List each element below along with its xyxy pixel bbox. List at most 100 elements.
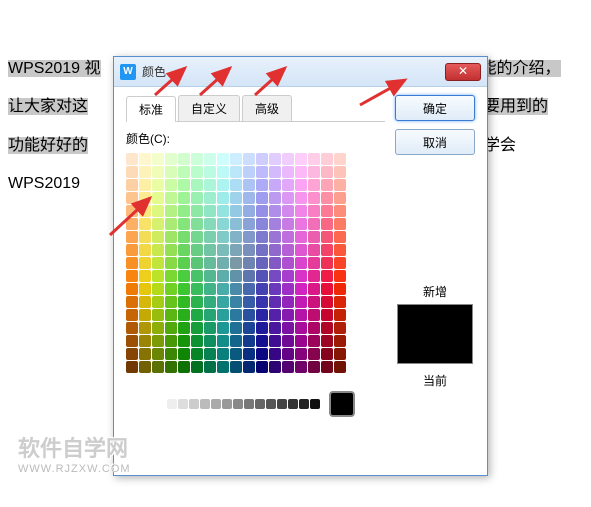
color-swatch[interactable] <box>334 244 346 256</box>
color-swatch[interactable] <box>321 192 333 204</box>
color-swatch[interactable] <box>308 335 320 347</box>
color-swatch[interactable] <box>230 257 242 269</box>
color-swatch[interactable] <box>230 218 242 230</box>
color-swatch[interactable] <box>165 309 177 321</box>
color-swatch[interactable] <box>295 309 307 321</box>
color-swatch[interactable] <box>334 309 346 321</box>
color-swatch[interactable] <box>217 309 229 321</box>
color-swatch[interactable] <box>282 205 294 217</box>
gray-swatch[interactable] <box>277 399 287 409</box>
color-swatch[interactable] <box>152 322 164 334</box>
color-swatch[interactable] <box>321 296 333 308</box>
color-swatch[interactable] <box>334 192 346 204</box>
color-swatch[interactable] <box>217 244 229 256</box>
color-swatch[interactable] <box>191 322 203 334</box>
color-swatch[interactable] <box>126 270 138 282</box>
color-swatch[interactable] <box>256 153 268 165</box>
color-swatch[interactable] <box>165 361 177 373</box>
color-swatch[interactable] <box>256 231 268 243</box>
color-swatch[interactable] <box>178 153 190 165</box>
gray-swatch[interactable] <box>310 399 320 409</box>
color-swatch[interactable] <box>334 257 346 269</box>
color-swatch[interactable] <box>243 153 255 165</box>
color-swatch[interactable] <box>321 257 333 269</box>
color-swatch[interactable] <box>165 153 177 165</box>
color-swatch[interactable] <box>243 179 255 191</box>
color-swatch[interactable] <box>269 205 281 217</box>
gray-swatch[interactable] <box>222 399 232 409</box>
color-swatch[interactable] <box>191 309 203 321</box>
color-swatch[interactable] <box>191 348 203 360</box>
color-swatch[interactable] <box>217 348 229 360</box>
color-swatch[interactable] <box>204 296 216 308</box>
color-swatch[interactable] <box>282 348 294 360</box>
color-swatch[interactable] <box>295 257 307 269</box>
color-swatch[interactable] <box>204 348 216 360</box>
color-swatch[interactable] <box>243 361 255 373</box>
color-swatch[interactable] <box>152 231 164 243</box>
gray-swatch[interactable] <box>156 399 166 409</box>
color-swatch[interactable] <box>165 231 177 243</box>
color-swatch[interactable] <box>191 335 203 347</box>
color-swatch[interactable] <box>334 322 346 334</box>
color-swatch[interactable] <box>295 283 307 295</box>
color-swatch[interactable] <box>217 192 229 204</box>
color-swatch[interactable] <box>165 335 177 347</box>
color-swatch[interactable] <box>334 166 346 178</box>
color-swatch[interactable] <box>308 270 320 282</box>
color-swatch[interactable] <box>334 270 346 282</box>
color-swatch[interactable] <box>295 270 307 282</box>
color-swatch[interactable] <box>126 283 138 295</box>
color-swatch[interactable] <box>165 218 177 230</box>
color-swatch[interactable] <box>178 231 190 243</box>
color-swatch[interactable] <box>321 179 333 191</box>
color-swatch[interactable] <box>269 361 281 373</box>
color-swatch[interactable] <box>230 192 242 204</box>
color-swatch[interactable] <box>282 244 294 256</box>
color-swatch[interactable] <box>295 192 307 204</box>
color-swatch[interactable] <box>295 361 307 373</box>
gray-swatch[interactable] <box>299 399 309 409</box>
color-swatch[interactable] <box>334 348 346 360</box>
color-swatch[interactable] <box>204 205 216 217</box>
color-swatch[interactable] <box>295 218 307 230</box>
color-swatch[interactable] <box>126 257 138 269</box>
color-swatch[interactable] <box>334 179 346 191</box>
color-swatch[interactable] <box>178 322 190 334</box>
color-swatch[interactable] <box>295 231 307 243</box>
color-swatch[interactable] <box>178 257 190 269</box>
color-swatch[interactable] <box>256 244 268 256</box>
color-swatch[interactable] <box>269 218 281 230</box>
color-swatch[interactable] <box>204 244 216 256</box>
color-swatch[interactable] <box>334 335 346 347</box>
color-swatch[interactable] <box>139 218 151 230</box>
color-swatch[interactable] <box>230 179 242 191</box>
color-swatch[interactable] <box>308 244 320 256</box>
color-swatch[interactable] <box>191 244 203 256</box>
color-swatch[interactable] <box>204 179 216 191</box>
color-swatch[interactable] <box>178 348 190 360</box>
color-swatch[interactable] <box>152 283 164 295</box>
color-swatch[interactable] <box>126 309 138 321</box>
color-swatch[interactable] <box>139 283 151 295</box>
color-swatch[interactable] <box>321 153 333 165</box>
color-swatch[interactable] <box>308 153 320 165</box>
color-swatch[interactable] <box>269 192 281 204</box>
color-swatch[interactable] <box>126 348 138 360</box>
color-swatch[interactable] <box>178 361 190 373</box>
color-swatch[interactable] <box>191 218 203 230</box>
color-swatch[interactable] <box>321 322 333 334</box>
color-swatch[interactable] <box>334 283 346 295</box>
color-swatch[interactable] <box>191 179 203 191</box>
color-swatch[interactable] <box>126 192 138 204</box>
color-swatch[interactable] <box>269 283 281 295</box>
color-swatch[interactable] <box>217 153 229 165</box>
color-swatch[interactable] <box>321 309 333 321</box>
color-swatch[interactable] <box>165 166 177 178</box>
color-swatch[interactable] <box>204 153 216 165</box>
color-swatch[interactable] <box>334 296 346 308</box>
color-swatch[interactable] <box>308 322 320 334</box>
color-swatch[interactable] <box>256 218 268 230</box>
color-swatch[interactable] <box>308 361 320 373</box>
color-swatch[interactable] <box>308 218 320 230</box>
